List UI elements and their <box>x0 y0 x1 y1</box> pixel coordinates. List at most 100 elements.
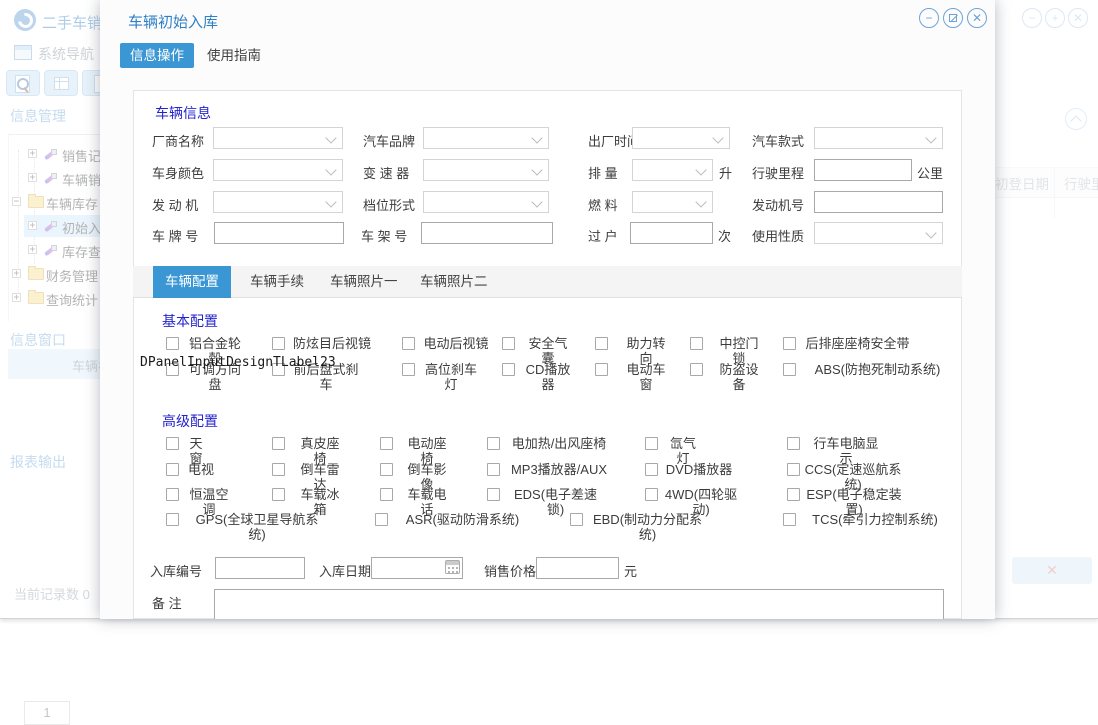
tree-expand-toggle[interactable]: + <box>28 221 37 230</box>
basic-option-checkbox-2[interactable] <box>402 337 415 350</box>
bg-minimize-button[interactable]: − <box>1022 8 1042 28</box>
adv-option-checkbox-21[interactable] <box>783 513 796 526</box>
field-transmission-select[interactable] <box>423 159 549 181</box>
tree-expand-toggle[interactable]: + <box>28 173 37 182</box>
field-remark-textarea[interactable] <box>214 589 944 619</box>
field-engine-label: 发 动 机 <box>152 195 198 214</box>
field-usage-select[interactable] <box>814 222 943 244</box>
adv-option-checkbox-8[interactable] <box>380 463 393 476</box>
field-inbound_no-label: 入库编号 <box>150 561 202 580</box>
adv-option-checkbox-17[interactable] <box>787 488 800 501</box>
adv-option-checkbox-20[interactable] <box>570 513 583 526</box>
chevron-down-icon <box>325 132 336 143</box>
toolbar-search-report-button[interactable] <box>6 70 40 96</box>
field-vin-label: 车 架 号 <box>361 226 407 245</box>
basic-option-checkbox-3[interactable] <box>502 337 515 350</box>
modal-minimize-button[interactable]: − <box>919 8 939 28</box>
bg-close-button[interactable]: ✕ <box>1068 8 1088 28</box>
column-header-mileage: 行驶里程 <box>1064 173 1098 193</box>
chevron-down-icon <box>531 164 542 175</box>
adv-option-checkbox-7[interactable] <box>272 463 285 476</box>
adv-option-checkbox-13[interactable] <box>272 488 285 501</box>
adv-option-checkbox-4[interactable] <box>645 437 658 450</box>
basic-option-checkbox-10[interactable] <box>502 363 515 376</box>
field-production_date-select[interactable] <box>632 127 730 149</box>
tree-expand-toggle[interactable]: + <box>12 293 21 302</box>
field-brand-select[interactable] <box>423 127 549 149</box>
adv-option-checkbox-19[interactable] <box>375 513 388 526</box>
basic-option-checkbox-4[interactable] <box>595 337 608 350</box>
modal-close-button[interactable]: ✕ <box>967 8 987 28</box>
calendar-icon[interactable] <box>445 560 460 574</box>
field-body_color-select[interactable] <box>213 159 343 181</box>
field-transfer-label: 过 户 <box>588 226 618 245</box>
tool-icon <box>44 220 57 233</box>
field-engine_no-input[interactable] <box>814 191 943 213</box>
basic-option-checkbox-11[interactable] <box>595 363 608 376</box>
field-inbound_no-input[interactable] <box>215 557 305 579</box>
adv-option-checkbox-18[interactable] <box>166 513 179 526</box>
tab-vehicle-photo-1[interactable]: 车辆照片一 <box>318 266 410 298</box>
field-plate_no-input[interactable] <box>214 222 344 244</box>
collapse-chevron-up-icon[interactable] <box>1065 108 1087 130</box>
basic-option-checkbox-5[interactable] <box>690 337 703 350</box>
folder-icon <box>28 292 44 304</box>
field-engine-select[interactable] <box>213 191 343 213</box>
bg-maximize-button[interactable]: + <box>1045 8 1065 28</box>
adv-option-checkbox-1[interactable] <box>272 437 285 450</box>
tree-expand-toggle[interactable]: + <box>28 245 37 254</box>
adv-option-checkbox-11[interactable] <box>787 463 800 476</box>
basic-option-checkbox-1[interactable] <box>272 337 285 350</box>
field-vin-input[interactable] <box>421 222 553 244</box>
adv-option-checkbox-0[interactable] <box>166 437 179 450</box>
field-inbound_date-label: 入库日期 <box>319 561 371 580</box>
field-gear_type-select[interactable] <box>423 191 549 213</box>
field-mileage-input[interactable] <box>814 159 912 181</box>
tree-expand-toggle[interactable]: − <box>12 197 21 206</box>
notify-close-strip[interactable]: ✕ <box>1012 557 1092 584</box>
tree-item-5[interactable]: 财务管理 <box>46 266 98 285</box>
basic-option-checkbox-0[interactable] <box>166 337 179 350</box>
field-transfer-input[interactable] <box>630 222 713 244</box>
basic-option-checkbox-9[interactable] <box>402 363 415 376</box>
chevron-down-icon <box>531 196 542 207</box>
basic-option-checkbox-12[interactable] <box>690 363 703 376</box>
adv-option-label-20: EBD(制动力分配系统) <box>590 512 705 542</box>
tree-expand-toggle[interactable]: + <box>28 149 37 158</box>
folder-icon <box>28 196 44 208</box>
basic-option-checkbox-6[interactable] <box>783 337 796 350</box>
tree-item-6[interactable]: 查询统计 <box>46 290 98 309</box>
section-title-vehicle-info: 车辆信息 <box>155 103 211 123</box>
adv-option-checkbox-3[interactable] <box>487 437 500 450</box>
toolbar-datagrid-button[interactable] <box>44 70 78 96</box>
adv-option-checkbox-14[interactable] <box>380 488 393 501</box>
tab-user-guide[interactable]: 使用指南 <box>197 43 271 68</box>
adv-option-checkbox-5[interactable] <box>787 437 800 450</box>
adv-option-checkbox-12[interactable] <box>166 488 179 501</box>
tab-vehicle-papers[interactable]: 车辆手续 <box>238 266 316 298</box>
section-title-advanced-config: 高级配置 <box>162 411 218 431</box>
tree-expand-toggle[interactable]: + <box>12 269 21 278</box>
field-manufacturer-label: 厂商名称 <box>152 131 204 150</box>
adv-option-checkbox-15[interactable] <box>487 488 500 501</box>
field-fuel-select[interactable] <box>632 191 713 213</box>
tree-item-2[interactable]: 车辆库存 <box>46 194 98 213</box>
tab-info-operation[interactable]: 信息操作 <box>120 43 194 68</box>
field-sale_price-input[interactable] <box>536 557 619 579</box>
adv-option-checkbox-9[interactable] <box>487 463 500 476</box>
field-transfer-suffix: 次 <box>718 226 731 245</box>
tab-vehicle-photo-2[interactable]: 车辆照片二 <box>408 266 500 298</box>
adv-option-checkbox-6[interactable] <box>166 463 179 476</box>
basic-option-label-13: ABS(防抱死制动系统) <box>800 362 955 377</box>
basic-option-label-12: 防盗设备 <box>715 362 763 392</box>
adv-option-checkbox-2[interactable] <box>380 437 393 450</box>
adv-option-checkbox-10[interactable] <box>645 463 658 476</box>
adv-option-checkbox-16[interactable] <box>645 488 658 501</box>
basic-option-label-1: 防炫目后视镜 <box>290 336 374 351</box>
basic-option-checkbox-13[interactable] <box>783 363 796 376</box>
modal-restore-button[interactable] <box>943 8 963 28</box>
tab-vehicle-config[interactable]: 车辆配置 <box>153 266 231 298</box>
field-model-select[interactable] <box>814 127 943 149</box>
field-displacement-select[interactable] <box>632 159 713 181</box>
field-manufacturer-select[interactable] <box>213 127 343 149</box>
